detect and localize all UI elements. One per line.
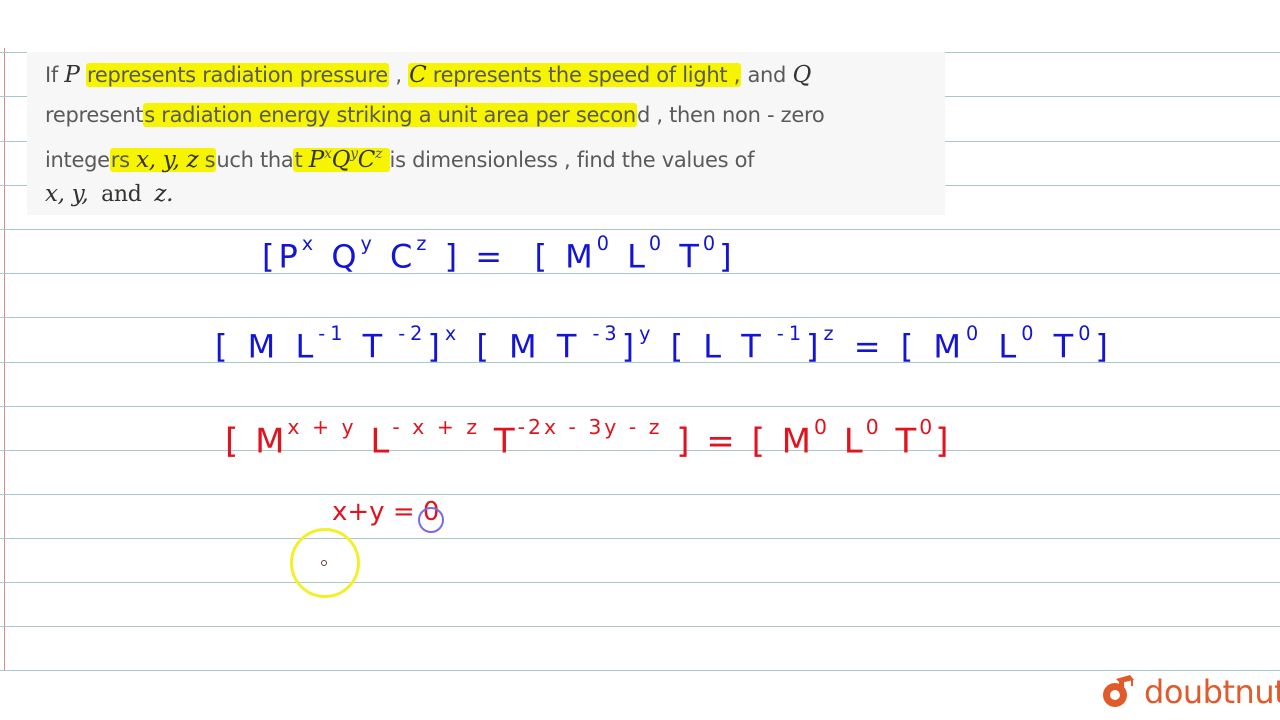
text: uch tha xyxy=(216,148,294,172)
text: d , then non - zero xyxy=(636,102,825,127)
ruled-line xyxy=(0,582,1280,583)
question-line-2: represents radiation energy striking a u… xyxy=(45,96,945,136)
text: and xyxy=(741,63,793,87)
doubtnut-logo: doubtnut xyxy=(1100,672,1280,712)
cursor-dot-icon xyxy=(321,560,327,566)
ruled-line xyxy=(0,670,1280,671)
question-line-3: integers x, y, z such that PxQyCz is dim… xyxy=(45,135,945,175)
text: If xyxy=(45,63,65,87)
ruled-line xyxy=(0,406,1280,407)
highlight: C represents the speed of light , xyxy=(408,62,742,88)
highlight: rs x, y, z s xyxy=(109,147,217,173)
brand-name: doubtnut xyxy=(1144,673,1280,711)
symbol-p: P xyxy=(64,62,80,88)
doubtnut-logo-icon xyxy=(1103,675,1134,707)
symbol-q: Q xyxy=(792,62,811,88)
ruled-line xyxy=(0,317,1280,318)
handwritten-equation-1: [Px Qy Cz ] = [ M0 L0 T0] xyxy=(262,232,736,276)
math-z: z. xyxy=(154,180,174,207)
handwritten-equation-3: [ Mx + y L- x + z T-2x - 3y - z ] = [ M0… xyxy=(225,415,952,462)
question-line-4: x, y, and z. xyxy=(45,175,945,215)
ruled-line xyxy=(0,494,1280,495)
handwritten-equation-2: [ M L-1 T -2]x [ M T -3]y [ L T -1]z = [… xyxy=(215,322,1113,366)
math-vars: x, y, xyxy=(45,180,89,207)
ruled-line xyxy=(0,538,1280,539)
question-line-1: If P represents radiation pressure , C r… xyxy=(45,56,945,96)
text: is dimensionless , find the values of xyxy=(389,148,755,172)
text: , xyxy=(388,63,409,87)
text: intege xyxy=(45,148,110,172)
ruled-line xyxy=(0,626,1280,627)
symbol-c: C xyxy=(409,62,427,88)
ruled-line xyxy=(0,229,1280,230)
highlight-expression: t PxQyCz xyxy=(293,146,390,173)
math-and: and xyxy=(101,181,142,207)
pen-pointer-icon xyxy=(418,507,444,533)
text: represent xyxy=(45,102,144,127)
question-text: If P represents radiation pressure , C r… xyxy=(45,56,945,214)
highlight: represents radiation pressure xyxy=(85,63,389,87)
highlight: s radiation energy striking a unit area … xyxy=(143,102,637,127)
